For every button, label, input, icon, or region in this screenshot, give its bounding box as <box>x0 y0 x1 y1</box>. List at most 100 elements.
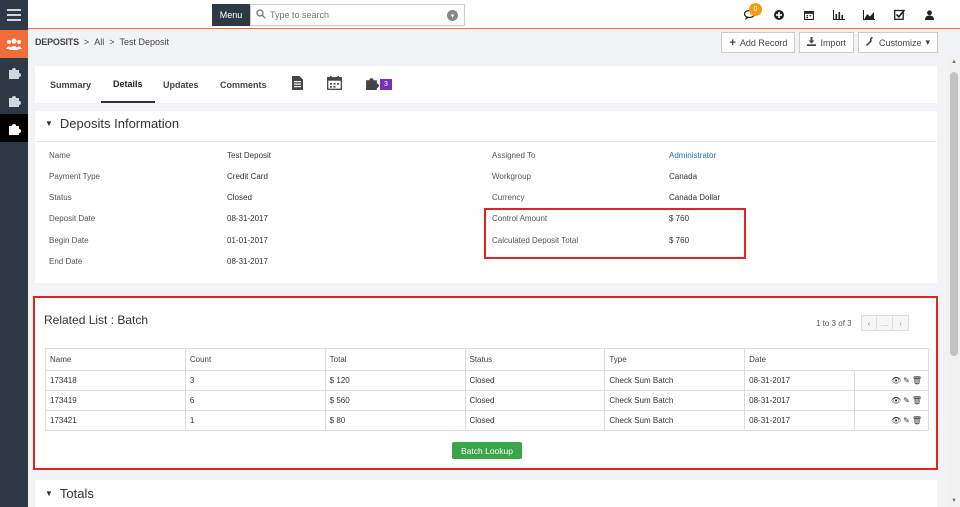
import-label: Import <box>820 37 846 48</box>
row-actions: 👁✎🗑 <box>854 390 929 411</box>
chevron-right-icon[interactable]: › <box>893 315 909 331</box>
field-value-name: Test Deposit <box>227 151 272 160</box>
tab-summary[interactable]: Summary <box>50 66 91 103</box>
field-label-status: Status <box>49 193 72 202</box>
hamburger-icon[interactable] <box>0 0 28 30</box>
field-value-workgroup: Canada <box>669 172 698 181</box>
customize-button[interactable]: Customize ▾ <box>857 32 938 53</box>
scrollbar[interactable]: ▲ ▼ <box>948 56 960 507</box>
breadcrumb-bar: DEPOSITS > All > Test Deposit + Add Reco… <box>28 30 948 56</box>
add-record-button[interactable]: + Add Record <box>721 32 796 53</box>
field-value-assigned-to[interactable]: Administrator <box>669 151 716 160</box>
cell-count: 1 <box>184 410 326 431</box>
scrollbar-thumb[interactable] <box>950 72 958 356</box>
cell-name: 173419 <box>45 390 186 411</box>
scroll-up-icon[interactable]: ▲ <box>948 56 960 68</box>
calendar-icon[interactable] <box>327 76 342 93</box>
trash-icon[interactable]: 🗑 <box>912 396 924 405</box>
column-header[interactable]: Total <box>324 348 466 371</box>
breadcrumb-separator: > <box>83 37 90 47</box>
cell-status: Closed <box>464 370 606 391</box>
related-list-batch: Related List : Batch 1 to 3 of 3 ‹ … › N… <box>33 296 938 470</box>
record-actions: + Add Record Import Customize ▾ <box>721 32 938 53</box>
search-icon <box>256 9 266 21</box>
column-header[interactable]: Date <box>744 348 929 371</box>
column-header[interactable]: Type <box>604 348 746 371</box>
puzzle-icon[interactable] <box>0 114 28 142</box>
breadcrumb-all[interactable]: All <box>94 37 104 47</box>
batch-lookup-button[interactable]: Batch Lookup <box>452 442 522 459</box>
section-title: Totals <box>59 486 94 501</box>
cell-type: Check Sum Batch <box>604 410 746 431</box>
tab-bar: Summary Details Updates Comments 3 <box>35 66 937 103</box>
pencil-icon[interactable]: ✎ <box>903 416 912 425</box>
caret-down-icon: ▼ <box>45 489 53 498</box>
totals-panel: ▼ Totals <box>35 480 937 507</box>
breadcrumb-module[interactable]: DEPOSITS <box>35 37 79 47</box>
divider <box>35 141 937 142</box>
plus-circle-icon[interactable] <box>764 0 794 29</box>
tab-details[interactable]: Details <box>101 66 155 103</box>
document-icon[interactable] <box>292 76 303 93</box>
related-list-title: Related List : Batch <box>44 313 149 327</box>
tab-comments[interactable]: Comments <box>220 66 267 103</box>
user-icon[interactable] <box>914 0 944 29</box>
puzzle-icon[interactable] <box>364 76 380 93</box>
wrench-icon <box>865 36 875 48</box>
caret-down-icon: ▼ <box>45 119 53 128</box>
cell-name: 173421 <box>45 410 186 431</box>
field-label-end-date: End Date <box>49 257 83 266</box>
eye-icon[interactable]: 👁 <box>891 396 903 405</box>
row-actions: 👁✎🗑 <box>854 370 929 391</box>
bar-chart-icon[interactable] <box>824 0 854 29</box>
chat-icon[interactable]: 0 <box>734 0 764 29</box>
table-row[interactable]: 173421 1 $ 80 Closed Check Sum Batch 08-… <box>45 410 929 431</box>
cell-total: $ 80 <box>324 410 466 431</box>
ellipsis-icon[interactable]: … <box>877 315 893 331</box>
cell-total: $ 560 <box>324 390 466 411</box>
cell-date: 08-31-2017 <box>744 390 856 411</box>
trash-icon[interactable]: 🗑 <box>912 376 924 385</box>
section-header[interactable]: ▼ Deposits Information <box>45 116 179 131</box>
table-row[interactable]: 173419 6 $ 560 Closed Check Sum Batch 08… <box>45 390 929 411</box>
cell-date: 08-31-2017 <box>744 370 856 391</box>
chevron-left-icon[interactable]: ‹ <box>861 315 877 331</box>
caret-down-icon: ▾ <box>925 37 930 47</box>
field-label-payment-type: Payment Type <box>49 172 100 181</box>
search-input[interactable] <box>270 10 445 20</box>
menu-button[interactable]: Menu <box>212 4 250 26</box>
section-title: Deposits Information <box>59 116 180 131</box>
column-header[interactable]: Name <box>45 348 186 371</box>
table-header: Name Count Total Status Type Date <box>45 348 929 371</box>
field-label-workgroup: Workgroup <box>492 172 531 181</box>
cell-status: Closed <box>464 390 606 411</box>
scroll-down-icon[interactable]: ▼ <box>948 495 960 507</box>
search-box: ▾ <box>250 4 465 26</box>
top-bar: Menu ▾ 0 <box>28 0 960 29</box>
eye-icon[interactable]: 👁 <box>891 416 903 425</box>
trash-icon[interactable]: 🗑 <box>912 416 924 425</box>
breadcrumb-separator: > <box>109 37 115 47</box>
cell-date: 08-31-2017 <box>744 410 856 431</box>
calendar-icon[interactable] <box>794 0 824 29</box>
table-row[interactable]: 173418 3 $ 120 Closed Check Sum Batch 08… <box>45 370 929 391</box>
import-button[interactable]: Import <box>799 32 854 53</box>
chevron-down-icon[interactable]: ▾ <box>447 10 458 21</box>
column-header[interactable]: Status <box>464 348 606 371</box>
tab-updates[interactable]: Updates <box>163 66 199 103</box>
field-label-assigned-to: Assigned To <box>492 151 536 160</box>
eye-icon[interactable]: 👁 <box>891 376 903 385</box>
puzzle-icon[interactable] <box>0 58 28 86</box>
column-header[interactable]: Count <box>184 348 326 371</box>
area-chart-icon[interactable] <box>854 0 884 29</box>
breadcrumb-current: Test Deposit <box>119 37 169 47</box>
puzzle-icon[interactable] <box>0 86 28 114</box>
pencil-icon[interactable]: ✎ <box>903 376 912 385</box>
pencil-icon[interactable]: ✎ <box>903 396 912 405</box>
checkbox-icon[interactable] <box>884 0 914 29</box>
field-label-name: Name <box>49 151 71 160</box>
field-label-begin-date: Begin Date <box>49 236 89 245</box>
section-header[interactable]: ▼ Totals <box>45 486 94 501</box>
users-icon[interactable] <box>0 30 28 58</box>
cell-status: Closed <box>464 410 606 431</box>
